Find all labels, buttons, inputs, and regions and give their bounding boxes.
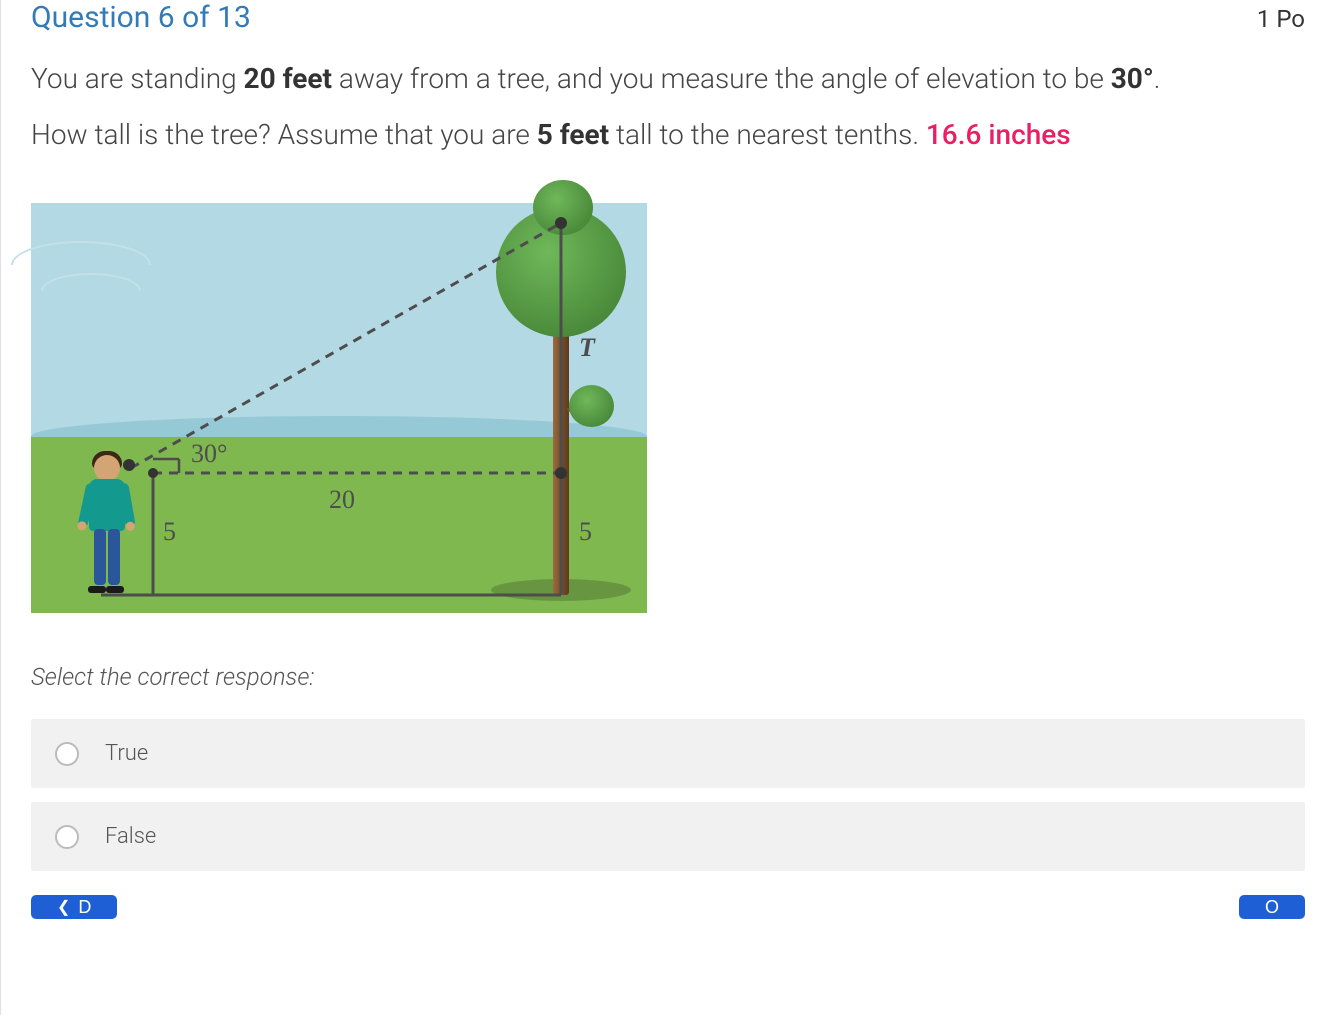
option-label: False	[105, 824, 156, 849]
horizontal-distance-label: 20	[329, 485, 355, 515]
option-false[interactable]: False	[31, 802, 1305, 871]
question-header: Question 6 of 13 1 Po	[1, 0, 1335, 51]
tree-upper-height-label: T	[579, 333, 595, 363]
next-button[interactable]: O	[1239, 895, 1305, 919]
diagram: 30° 20 5 5 T	[31, 203, 647, 613]
question-text: You are standing 20 feet away from a tre…	[31, 51, 1305, 163]
points-label: 1 Po	[1257, 5, 1305, 33]
person-figure	[76, 455, 136, 595]
option-true[interactable]: True	[31, 719, 1305, 788]
text-segment: You are standing	[31, 62, 244, 95]
chevron-left-icon: ❮	[57, 897, 70, 917]
angle-label: 30°	[191, 439, 227, 469]
prev-label: D	[78, 897, 91, 918]
next-label: O	[1265, 897, 1279, 918]
previous-button[interactable]: ❮ D	[31, 895, 117, 919]
question-body: You are standing 20 feet away from a tre…	[1, 51, 1335, 871]
radio-icon[interactable]	[55, 825, 79, 849]
select-prompt: Select the correct response:	[31, 663, 1305, 691]
person-height-label: 5	[163, 517, 176, 547]
bold-distance: 20 feet	[244, 62, 333, 95]
bold-angle: 30°	[1111, 62, 1154, 95]
text-segment: tall to the nearest tenths.	[609, 118, 926, 151]
given-answer: 16.6 inches	[926, 118, 1071, 151]
text-segment: .	[1154, 62, 1161, 95]
option-label: True	[105, 741, 148, 766]
radio-icon[interactable]	[55, 742, 79, 766]
text-segment: How tall is the tree? Assume that you ar…	[31, 118, 537, 151]
nav-buttons: ❮ D O	[1, 895, 1335, 919]
text-segment: away from a tree, and you measure the an…	[332, 62, 1111, 95]
tree-lower-height-label: 5	[579, 517, 592, 547]
bold-height: 5 feet	[537, 118, 609, 151]
question-number: Question 6 of 13	[31, 0, 251, 35]
